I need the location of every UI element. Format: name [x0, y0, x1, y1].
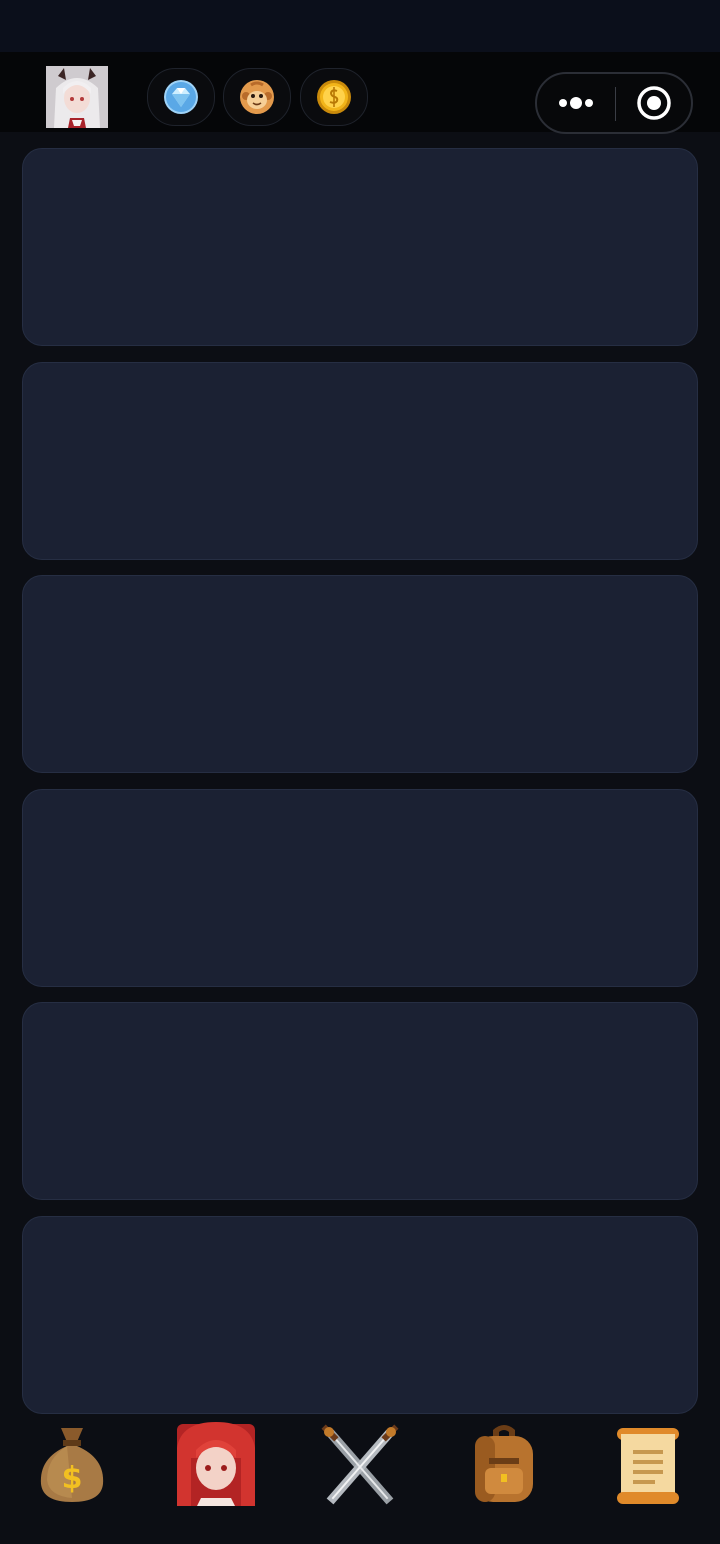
scroll-icon: [617, 1428, 679, 1504]
card-5[interactable]: [22, 1002, 698, 1200]
target-close-icon: [637, 86, 671, 120]
close-button[interactable]: [617, 74, 691, 132]
red-hair-girl-icon: [177, 1422, 255, 1506]
card-6[interactable]: [22, 1216, 698, 1414]
avatar[interactable]: [46, 66, 108, 128]
more-button[interactable]: [537, 74, 615, 132]
monkey-icon: [240, 80, 274, 114]
capsule-divider: [615, 87, 616, 121]
status-bar: [0, 0, 720, 52]
card-1[interactable]: [22, 148, 698, 346]
card-4[interactable]: [22, 789, 698, 987]
tab-inventory[interactable]: [456, 1418, 552, 1508]
money-bag-icon: $: [40, 1428, 104, 1502]
backpack-icon: [475, 1425, 533, 1502]
anime-girl-avatar-icon: [46, 66, 108, 128]
card-3[interactable]: [22, 575, 698, 773]
tab-quests[interactable]: [600, 1418, 696, 1508]
top-bar: [0, 52, 720, 134]
diamond-currency-button[interactable]: [147, 68, 215, 126]
tab-battle[interactable]: [312, 1418, 408, 1508]
more-dots-icon: [559, 97, 593, 109]
tab-money[interactable]: $: [24, 1418, 120, 1508]
card-2[interactable]: [22, 362, 698, 560]
svg-text:$: $: [62, 1461, 83, 1496]
bottom-tab-bar: $: [0, 1414, 720, 1544]
gold-coin-icon: [317, 80, 351, 114]
gold-coin-currency-button[interactable]: [300, 68, 368, 126]
mini-program-capsule: [535, 72, 693, 134]
tab-character[interactable]: [168, 1418, 264, 1508]
diamond-icon: [164, 80, 198, 114]
crossed-swords-icon: [321, 1424, 399, 1505]
monkey-currency-button[interactable]: [223, 68, 291, 126]
